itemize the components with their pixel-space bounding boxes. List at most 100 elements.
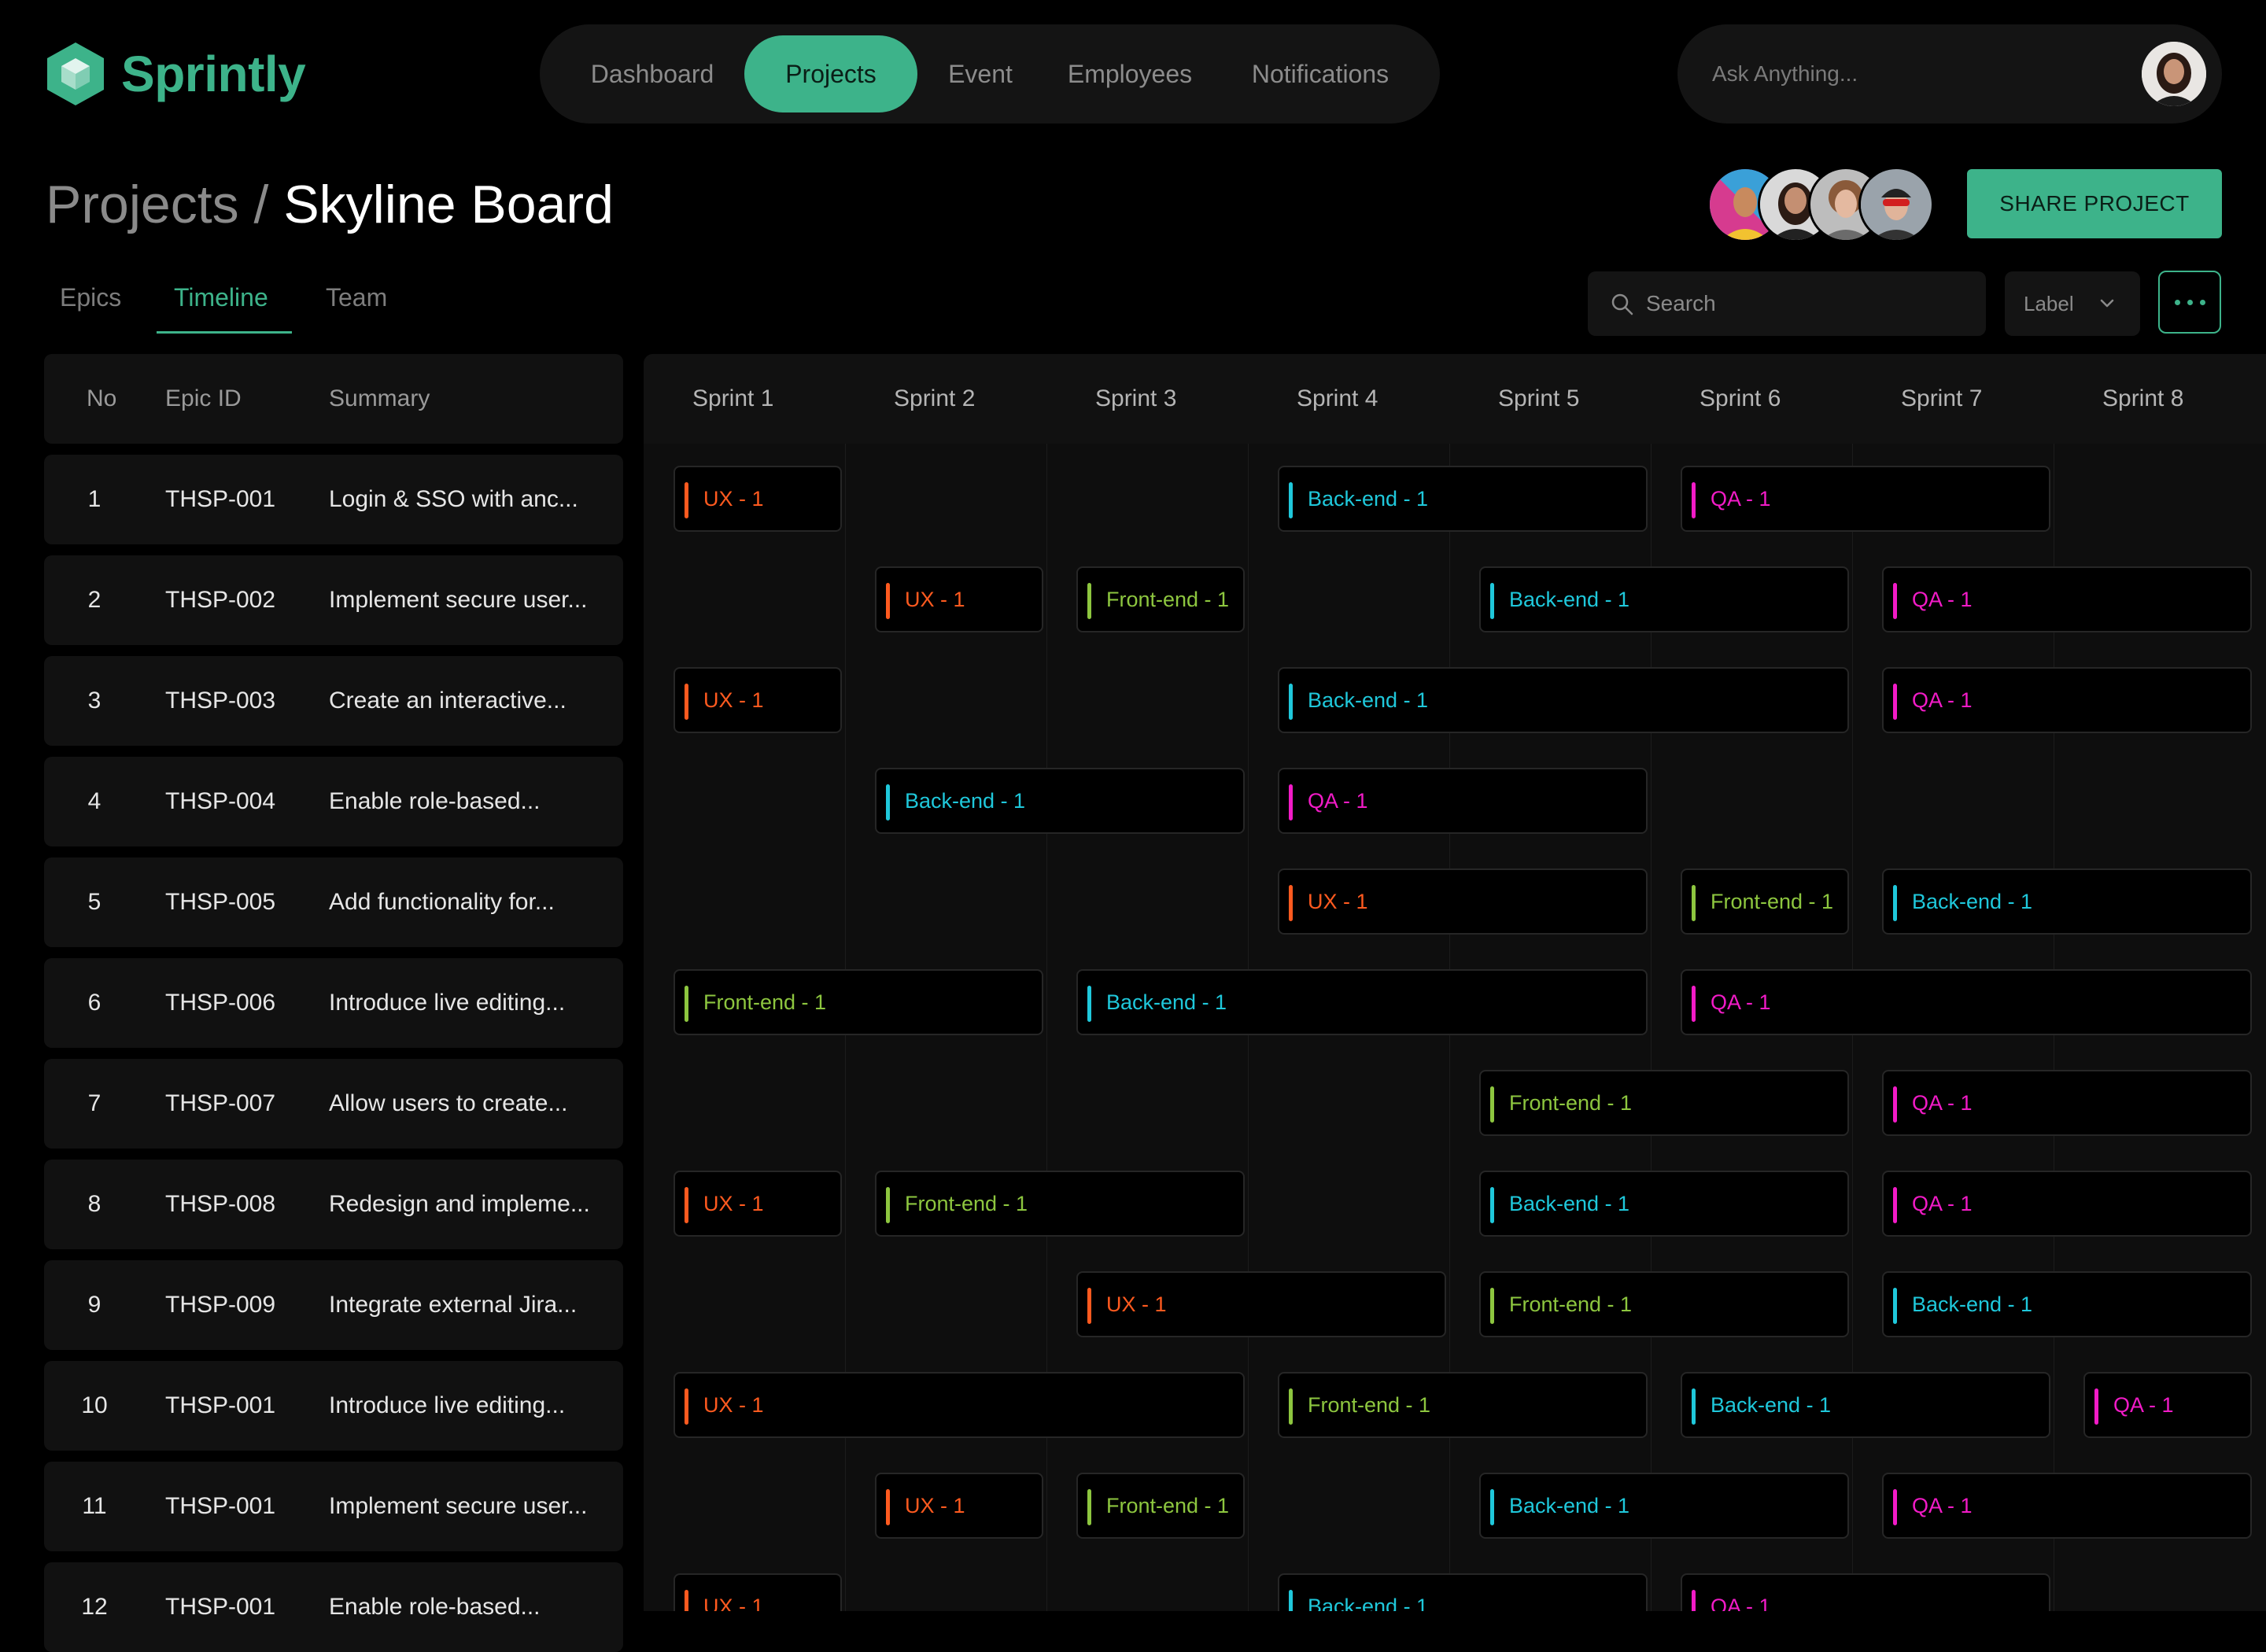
breadcrumb-parent[interactable]: Projects: [46, 175, 239, 234]
table-row[interactable]: 6 THSP-006 Introduce live editing...: [44, 958, 623, 1048]
app-logo[interactable]: Sprintly: [46, 41, 306, 107]
row-epic-id: THSP-003: [165, 688, 276, 714]
task-bar-qa[interactable]: QA - 1: [2083, 1372, 2252, 1438]
table-row[interactable]: 9 THSP-009 Integrate external Jira...: [44, 1260, 623, 1350]
timeline-header: Sprint 1 Sprint 2 Sprint 3 Sprint 4 Sprint 5…: [644, 354, 2266, 444]
row-no: 12: [81, 1594, 108, 1620]
task-bar-back-end[interactable]: Back-end - 1: [1882, 868, 2252, 935]
tab-epics[interactable]: Epics: [60, 283, 121, 312]
header-summary[interactable]: Summary: [329, 354, 430, 444]
task-bar-back-end[interactable]: Back-end - 1: [1076, 969, 1648, 1035]
table-row[interactable]: 5 THSP-005 Add functionality for...: [44, 857, 623, 947]
timeline-search[interactable]: Search: [1588, 271, 1986, 336]
user-avatar[interactable]: [2142, 42, 2206, 106]
task-bar-ux[interactable]: UX - 1: [674, 1372, 1245, 1438]
nav-projects[interactable]: Projects: [744, 35, 917, 112]
share-project-button[interactable]: SHARE PROJECT: [1967, 169, 2222, 238]
chevron-down-icon: [2100, 299, 2114, 308]
task-label: QA - 1: [1912, 688, 1973, 712]
task-bar-qa[interactable]: QA - 1: [1681, 969, 2252, 1035]
search-input[interactable]: Search: [1646, 271, 1716, 336]
task-color-marker: [1893, 1187, 1897, 1223]
breadcrumb-separator: /: [238, 175, 284, 234]
task-bar-back-end[interactable]: Back-end - 1: [1278, 1573, 1648, 1611]
task-label: UX - 1: [703, 1192, 764, 1215]
nav-dashboard[interactable]: Dashboard: [563, 35, 741, 112]
tab-timeline[interactable]: Timeline: [174, 283, 268, 312]
nav-employees[interactable]: Employees: [1043, 35, 1216, 112]
task-bar-qa[interactable]: QA - 1: [1882, 1070, 2252, 1136]
task-label: Back-end - 1: [1711, 1393, 1832, 1417]
task-bar-ux[interactable]: UX - 1: [1278, 868, 1648, 935]
sprint-header: Sprint 7: [1901, 385, 1983, 411]
task-label: QA - 1: [1912, 1091, 1973, 1115]
task-bar-qa[interactable]: QA - 1: [1278, 768, 1648, 834]
table-row[interactable]: 11 THSP-001 Implement secure user...: [44, 1462, 623, 1551]
task-color-marker: [1893, 885, 1897, 921]
task-label: Back-end - 1: [1912, 890, 2033, 913]
table-row[interactable]: 7 THSP-007 Allow users to create...: [44, 1059, 623, 1149]
task-bar-back-end[interactable]: Back-end - 1: [1681, 1372, 2050, 1438]
header-epic-id[interactable]: Epic ID: [165, 354, 242, 444]
row-summary: Introduce live editing...: [329, 990, 566, 1016]
task-bar-ux[interactable]: UX - 1: [674, 466, 842, 532]
task-label: UX - 1: [1308, 890, 1368, 913]
nav-event[interactable]: Event: [925, 35, 1035, 112]
task-bar-back-end[interactable]: Back-end - 1: [1278, 667, 1849, 733]
task-bar-ux[interactable]: UX - 1: [674, 667, 842, 733]
task-bar-front-end[interactable]: Front-end - 1: [1479, 1271, 1849, 1337]
table-row[interactable]: 1 THSP-001 Login & SSO with anc...: [44, 455, 623, 544]
table-row[interactable]: 4 THSP-004 Enable role-based...: [44, 757, 623, 846]
task-bar-qa[interactable]: QA - 1: [1882, 1473, 2252, 1539]
task-bar-front-end[interactable]: Front-end - 1: [674, 969, 1043, 1035]
task-bar-front-end[interactable]: Front-end - 1: [1076, 1473, 1245, 1539]
label-dropdown[interactable]: Label: [2005, 271, 2140, 336]
table-row[interactable]: 10 THSP-001 Introduce live editing...: [44, 1361, 623, 1451]
task-bar-ux[interactable]: UX - 1: [674, 1171, 842, 1237]
header-no[interactable]: No: [87, 354, 116, 444]
row-summary: Redesign and impleme...: [329, 1191, 590, 1217]
task-bar-back-end[interactable]: Back-end - 1: [875, 768, 1245, 834]
task-bar-qa[interactable]: QA - 1: [1882, 566, 2252, 632]
task-label: Front-end - 1: [1308, 1393, 1431, 1417]
task-bar-back-end[interactable]: Back-end - 1: [1479, 566, 1849, 632]
task-bar-ux[interactable]: UX - 1: [1076, 1271, 1446, 1337]
more-options-button[interactable]: [2158, 271, 2221, 334]
task-bar-front-end[interactable]: Front-end - 1: [875, 1171, 1245, 1237]
task-bar-back-end[interactable]: Back-end - 1: [1882, 1271, 2252, 1337]
table-row[interactable]: 8 THSP-008 Redesign and impleme...: [44, 1160, 623, 1249]
task-label: Front-end - 1: [1509, 1292, 1633, 1316]
task-bar-qa[interactable]: QA - 1: [1882, 667, 2252, 733]
task-color-marker: [1692, 986, 1696, 1022]
task-bar-ux[interactable]: UX - 1: [875, 1473, 1043, 1539]
task-bar-front-end[interactable]: Front-end - 1: [1076, 566, 1245, 632]
task-bar-back-end[interactable]: Back-end - 1: [1278, 466, 1648, 532]
table-row[interactable]: 12 THSP-001 Enable role-based...: [44, 1562, 623, 1652]
task-label: QA - 1: [1912, 588, 1973, 611]
nav-notifications[interactable]: Notifications: [1224, 35, 1416, 112]
team-avatar-4[interactable]: [1858, 167, 1934, 242]
task-bar-qa[interactable]: QA - 1: [1681, 1573, 2050, 1611]
row-no: 5: [87, 889, 101, 915]
task-bar-front-end[interactable]: Front-end - 1: [1681, 868, 1849, 935]
tab-team[interactable]: Team: [326, 283, 387, 312]
task-bar-qa[interactable]: QA - 1: [1882, 1171, 2252, 1237]
task-color-marker: [685, 1388, 688, 1425]
task-bar-front-end[interactable]: Front-end - 1: [1479, 1070, 1849, 1136]
table-row[interactable]: 2 THSP-002 Implement secure user...: [44, 555, 623, 645]
task-label: Back-end - 1: [1509, 1192, 1630, 1215]
team-avatars[interactable]: [1707, 167, 1934, 242]
ask-anything-input[interactable]: Ask Anything...: [1712, 24, 1858, 124]
ask-anything-bar[interactable]: Ask Anything...: [1677, 24, 2222, 124]
table-row[interactable]: 3 THSP-003 Create an interactive...: [44, 656, 623, 746]
task-bar-ux[interactable]: UX - 1: [875, 566, 1043, 632]
task-bar-back-end[interactable]: Back-end - 1: [1479, 1171, 1849, 1237]
task-bar-front-end[interactable]: Front-end - 1: [1278, 1372, 1648, 1438]
task-bar-back-end[interactable]: Back-end - 1: [1479, 1473, 1849, 1539]
task-bar-qa[interactable]: QA - 1: [1681, 466, 2050, 532]
task-bar-ux[interactable]: UX - 1: [674, 1573, 842, 1611]
task-label: Back-end - 1: [1308, 688, 1429, 712]
more-dots-icon: [2174, 299, 2180, 305]
row-no: 3: [87, 688, 101, 714]
task-label: Back-end - 1: [905, 789, 1026, 813]
